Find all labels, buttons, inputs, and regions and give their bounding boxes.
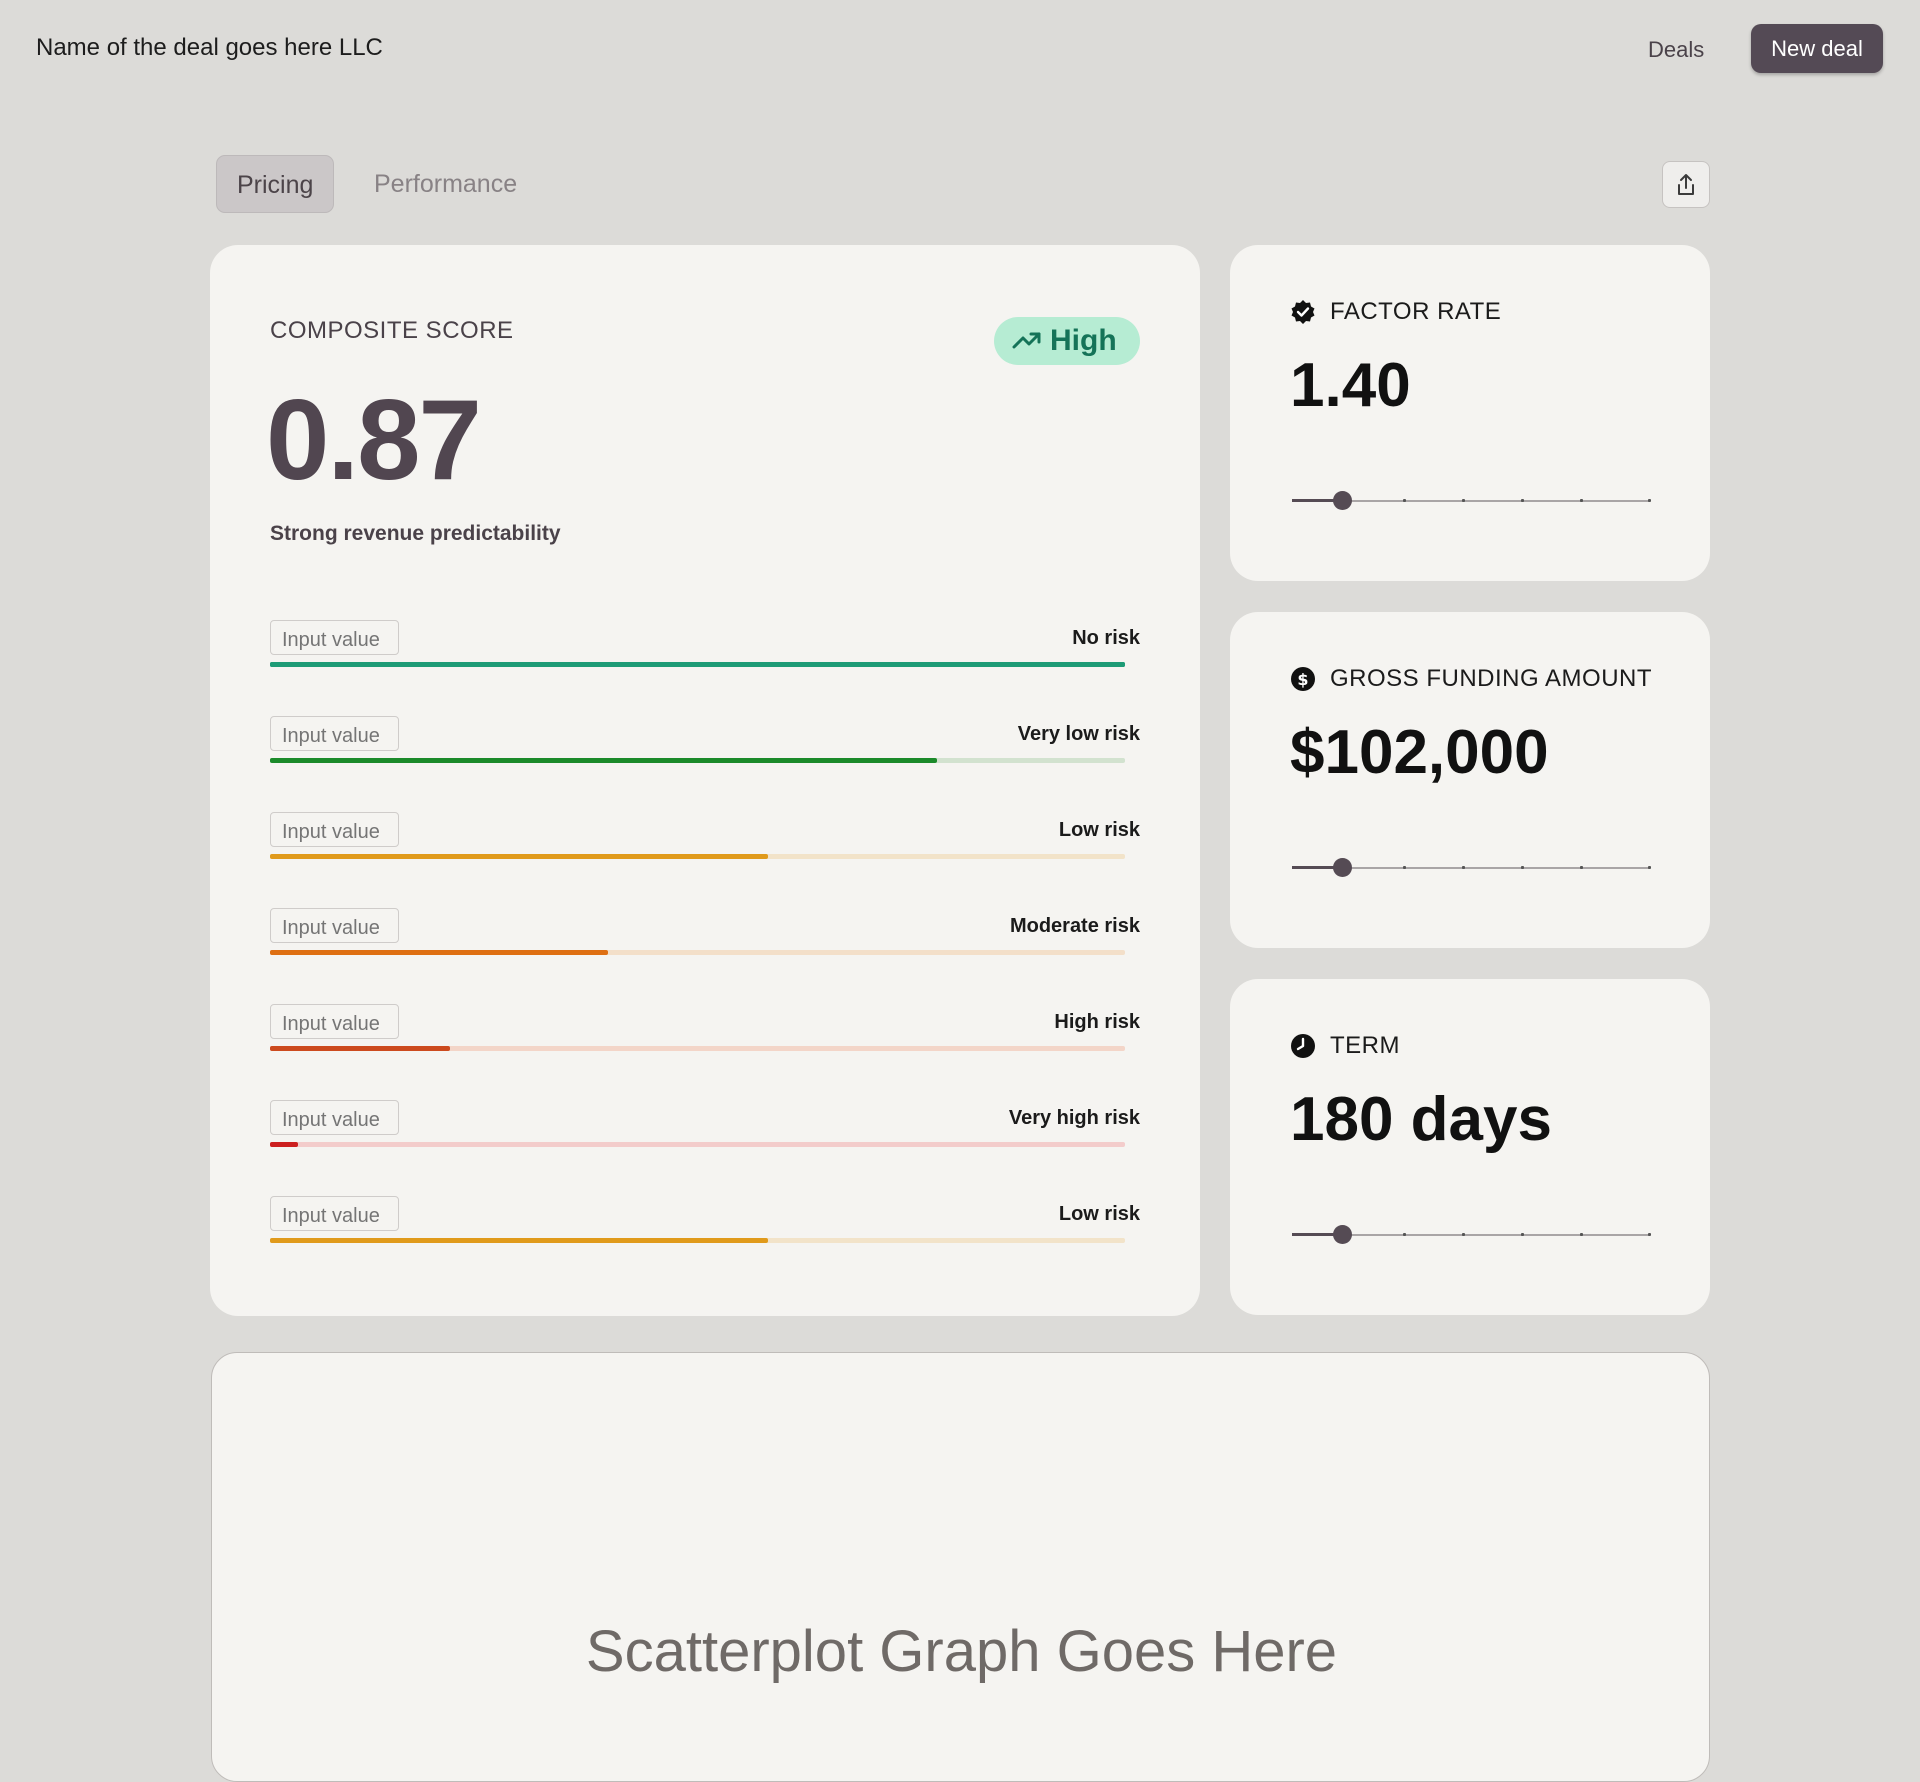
risk-row: Low risk [270,812,1140,872]
slider-tick [1402,499,1406,502]
gross-funding-slider[interactable] [1292,858,1652,878]
risk-bar-fill [270,662,1125,667]
risk-row: High risk [270,1004,1140,1064]
risk-row: Low risk [270,1196,1140,1256]
risk-input-field[interactable] [270,1100,399,1135]
slider-thumb[interactable] [1333,858,1353,877]
risk-row: No risk [270,620,1140,680]
risk-input-field[interactable] [270,620,399,655]
risk-bar-track [270,662,1125,667]
slider-tick [1648,1233,1652,1236]
clock-icon [1291,1034,1315,1058]
gross-funding-value: $102,000 [1290,718,1549,787]
risk-level-label: Very low risk [1017,723,1140,745]
gross-funding-card: $ GROSS FUNDING AMOUNT $102,000 [1230,612,1710,948]
factor-rate-slider[interactable] [1292,491,1652,511]
factor-rate-value: 1.40 [1290,351,1411,420]
slider-tick [1462,866,1466,869]
nav-deals-link[interactable]: Deals [1648,37,1704,63]
term-title: TERM [1330,1032,1400,1059]
dollar-circle-icon: $ [1291,667,1315,691]
risk-bar-fill [270,854,769,859]
risk-bar-track [270,1238,1125,1243]
risk-input-field[interactable] [270,812,399,847]
composite-score-value: 0.87 [266,377,482,504]
factor-rate-title: FACTOR RATE [1330,298,1502,325]
slider-tick [1648,499,1652,502]
slider-tick [1580,1233,1584,1236]
slider-tick [1580,866,1584,869]
scatterplot-placeholder-text: Scatterplot Graph Goes Here [585,1619,1338,1684]
composite-score-label: COMPOSITE SCORE [270,317,514,344]
factor-rate-header: FACTOR RATE [1290,298,1501,326]
risk-level-label: Moderate risk [1009,915,1140,937]
risk-bar-track [270,854,1125,859]
verified-badge-icon [1291,300,1315,324]
risk-bar-fill [270,758,937,763]
scatterplot-placeholder: Scatterplot Graph Goes Here [211,1352,1710,1782]
slider-tick [1521,499,1525,502]
badge-label: High [1050,324,1117,357]
risk-bar-track [270,1046,1125,1051]
risk-level-label: High risk [1054,1011,1140,1033]
risk-bar-track [270,1142,1125,1147]
risk-input-field[interactable] [270,716,399,751]
trending-up-icon [1012,332,1041,349]
share-icon [1678,173,1694,195]
risk-level-label: No risk [1072,627,1140,649]
composite-score-card: COMPOSITE SCORE High 0.87 Strong revenue… [210,245,1200,1316]
factor-rate-card: FACTOR RATE 1.40 [1230,245,1710,581]
deal-name: Name of the deal goes here LLC [36,34,383,61]
risk-input-field[interactable] [270,908,399,943]
risk-input-field[interactable] [270,1196,399,1231]
risk-input-field[interactable] [270,1004,399,1039]
term-slider[interactable] [1292,1225,1652,1245]
tab-performance[interactable]: Performance [354,155,537,213]
risk-row: Very high risk [270,1100,1140,1160]
term-header: TERM [1290,1032,1400,1060]
slider-tick [1521,866,1525,869]
share-button[interactable] [1662,161,1710,208]
risk-level-label: Very high risk [1008,1107,1140,1129]
risk-bar-fill [270,1046,450,1051]
risk-bar-fill [270,1142,299,1147]
slider-thumb[interactable] [1333,491,1353,510]
svg-text:$: $ [1297,670,1308,689]
slider-tick [1580,499,1584,502]
composite-score-description: Strong revenue predictability [270,522,561,545]
score-badge: High [994,317,1140,365]
risk-level-label: Low risk [1058,819,1140,841]
slider-tick [1462,499,1466,502]
term-card: TERM 180 days [1230,979,1710,1315]
slider-thumb[interactable] [1333,1225,1353,1244]
risk-row: Very low risk [270,716,1140,776]
risk-bar-track [270,758,1125,763]
gross-funding-header: $ GROSS FUNDING AMOUNT [1290,665,1652,693]
gross-funding-title: GROSS FUNDING AMOUNT [1330,665,1653,692]
top-bar: Name of the deal goes here LLC Deals New… [0,0,1920,98]
slider-tick [1402,1233,1406,1236]
slider-tick [1648,866,1652,869]
risk-level-label: Low risk [1058,1203,1140,1225]
risk-bar-track [270,950,1125,955]
term-value: 180 days [1290,1085,1552,1154]
risk-bar-fill [270,1238,769,1243]
slider-tick [1521,1233,1525,1236]
risk-row: Moderate risk [270,908,1140,968]
slider-tick [1462,1233,1466,1236]
slider-tick [1402,866,1406,869]
new-deal-button[interactable]: New deal [1751,24,1883,73]
risk-bar-fill [270,950,608,955]
tab-pricing[interactable]: Pricing [216,155,335,213]
